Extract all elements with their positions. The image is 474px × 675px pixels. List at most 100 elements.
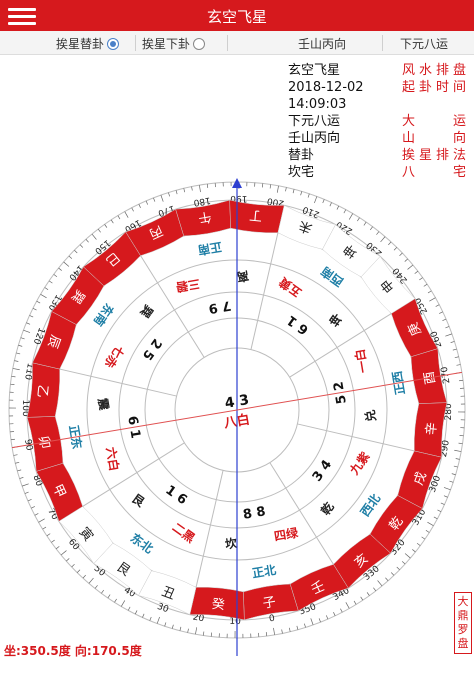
degree-tick [20,337,25,340]
brand-stamp: 大鼎罗盘 [454,592,472,654]
degree-tick [429,297,436,302]
palace-trigram-label: 巽 [137,302,155,320]
palace-trigram-label: 艮 [129,491,148,510]
degree-tick [36,300,41,304]
degree-tick [127,606,131,611]
degree-tick [16,352,21,355]
degree-tick [195,627,198,635]
degree-tick [53,274,58,278]
mountain-label: 癸 [211,597,225,613]
degree-tick [269,184,272,189]
degree-tick [55,546,60,550]
degree-tick [281,629,283,634]
degree-tick [292,189,295,194]
info-value: 玄空飞星 [288,63,341,78]
degree-tick [206,183,209,188]
degree-tick [423,283,428,287]
degree-tick [401,561,406,565]
luopan-compass[interactable]: 0102030405060708090100110120130140150160… [0,178,474,658]
palace-direction-label: 正南 [197,239,223,258]
option-tigua[interactable]: 挨星替卦 [56,35,120,52]
radio-unselected-icon[interactable] [193,37,206,50]
degree-tick [414,270,419,274]
degree-tick [187,628,189,633]
degree-tick [377,580,383,587]
degree-tick [345,602,350,609]
degree-tick [445,326,450,329]
info-row: 替卦 挨星排法 [206,147,466,164]
degree-tick [48,280,53,284]
degree-tick [385,577,389,581]
degree-tick [13,454,18,456]
info-value: 下元八运 [288,114,341,129]
degree-tick [21,483,29,487]
option-shanxiang[interactable]: 壬山丙向 [298,35,346,52]
degree-tick [396,566,400,571]
mountain-label: 乙 [34,384,50,398]
degree-tick [114,598,117,603]
degree-tick [58,267,62,271]
palace-flying-stars: 7 9 [207,297,232,316]
info-row: 2018-12-02 14:09:03 起卦时间 [206,79,466,113]
degree-tick [23,329,31,333]
info-label: 风水排盘 [402,63,466,78]
degree-tick [348,213,354,220]
degree-tick [393,247,398,251]
option-yun[interactable]: 下元八运 [400,35,448,52]
option-shanxiang-label: 壬山丙向 [298,37,347,51]
palace-divider [59,368,177,397]
app-root: 玄空飞星 挨星替卦 挨星下卦 壬山丙向 下元八运 玄空飞星 风水排盘 2018-… [0,0,474,675]
degree-tick [71,563,75,568]
info-value: 2018-12-02 14:09:03 [288,80,364,112]
degree-tick [439,311,443,314]
degree-tick [183,188,186,193]
degree-tick [433,516,438,520]
degree-tick [175,190,178,195]
degree-tick [285,187,287,192]
degree-tick [404,553,411,559]
degree-tick [94,585,98,589]
palace-star-label: 四绿 [273,525,300,544]
degree-tick [149,616,152,621]
degree-tick [288,627,291,632]
palace-trigram-label: 坤 [326,310,344,329]
degree-tick [453,465,458,468]
degree-tick [451,473,456,476]
degree-tick [138,204,141,208]
degree-tick [44,287,49,290]
degree-tick [456,364,461,366]
degree-tick [390,572,395,576]
degree-tick [117,215,121,220]
degree-tick [101,589,105,594]
degree-tick [443,495,448,498]
degree-tick [60,550,67,556]
palace-star-label: 六白 [103,446,122,472]
degree-tick [404,258,408,262]
degree-tick [336,205,340,210]
degree-tick [160,194,164,202]
info-label: 山向 [402,131,466,146]
degree-tick [171,624,174,629]
degree-tick [79,244,84,248]
info-value: 替卦 [288,148,315,163]
degree-tick [369,226,373,231]
palace-star-label: 一白 [352,348,371,374]
degree-tick [427,290,432,294]
degree-tick [340,608,343,613]
degree-tick [110,219,114,224]
degree-tick [168,192,170,197]
degree-tick [276,185,279,193]
option-xiagua-label: 挨星下卦 [142,37,191,51]
degree-tick [435,304,440,307]
radio-selected-icon[interactable] [107,37,120,50]
degree-tick [452,348,457,351]
degree-tick [97,228,101,233]
degree-tick [427,521,434,527]
degree-tick [363,221,367,226]
degree-tick [40,293,47,299]
degree-tick [27,498,32,502]
mountain-label: 子 [262,595,277,612]
degree-tick [17,469,22,472]
degree-tick [458,442,463,445]
option-xiagua[interactable]: 挨星下卦 [142,35,206,52]
